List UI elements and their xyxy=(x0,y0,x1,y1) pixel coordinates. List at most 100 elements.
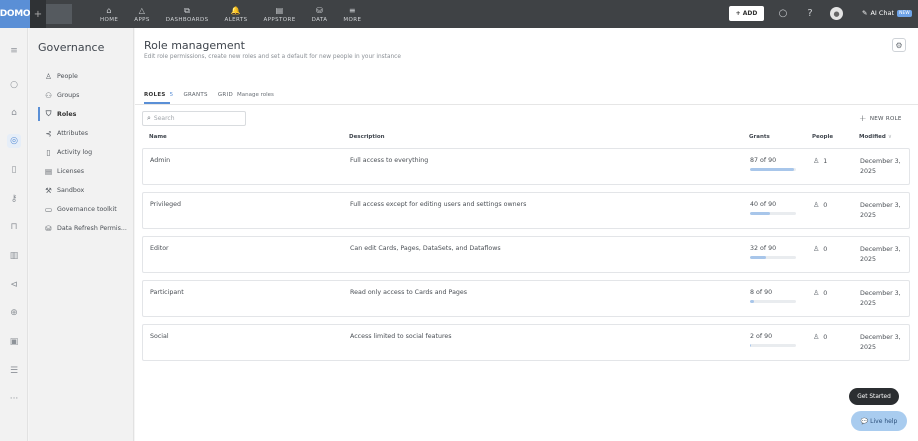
ai-chat-label: AI Chat xyxy=(870,9,895,17)
tab-roles-label: ROLES xyxy=(144,92,166,98)
people-count[interactable]: ♙ 0 xyxy=(813,201,827,209)
column-header-name[interactable]: Name xyxy=(149,134,167,140)
nav-data[interactable]: ⛁ DATA xyxy=(304,0,336,28)
grants-progress-bar xyxy=(750,212,796,215)
table-row[interactable]: Privileged Full access except for editing… xyxy=(142,192,910,229)
tab-grid-label: GRID xyxy=(217,92,233,98)
grants-progress-fill xyxy=(750,344,751,347)
document-icon[interactable]: ▯ xyxy=(7,163,21,177)
sidebar-item-groups[interactable]: ⚇ Groups xyxy=(38,88,132,102)
sidebar-item-licenses[interactable]: ▤ Licenses xyxy=(38,164,132,178)
sliders-icon[interactable]: ☰ xyxy=(7,364,21,378)
grants-progress-fill xyxy=(750,212,771,215)
chat-icon: ✎ xyxy=(862,9,868,17)
global-search-box[interactable] xyxy=(46,4,72,24)
people-value: 0 xyxy=(823,201,828,209)
sidebar-item-data-refresh-permis[interactable]: ⛁ Data Refresh Permis... xyxy=(38,221,132,235)
search-icon[interactable]: ○ xyxy=(776,6,790,20)
more-icon: ≡ xyxy=(348,5,356,15)
home-icon[interactable]: ⌂ xyxy=(7,106,21,120)
nav-alerts[interactable]: 🔔 ALERTS xyxy=(217,0,256,28)
nav-home[interactable]: ⌂ HOME xyxy=(92,0,126,28)
manage-roles-link[interactable]: Manage roles xyxy=(237,92,274,98)
menu-icon[interactable]: ≡ xyxy=(7,44,21,58)
person-icon: ♙ xyxy=(813,245,820,253)
search-icon[interactable]: ○ xyxy=(7,78,21,92)
sidebar-item-activity-log[interactable]: ▯ Activity log xyxy=(38,145,132,159)
live-help-button[interactable]: 💬 Live help xyxy=(851,411,907,431)
building-icon[interactable]: ▥ xyxy=(7,249,21,263)
role-name[interactable]: Participant xyxy=(150,289,184,296)
people-count[interactable]: ♙ 0 xyxy=(813,245,827,253)
sidebar-item-roles[interactable]: ⛉ Roles xyxy=(38,107,132,121)
nav-appstore[interactable]: ▤ APPSTORE xyxy=(256,0,304,28)
column-header-modified[interactable]: Modified ∨ xyxy=(859,134,892,140)
sidebar-item-attributes[interactable]: ⊰ Attributes xyxy=(38,126,132,140)
licenses-icon: ▤ xyxy=(44,166,53,176)
nav-apps[interactable]: △ APPS xyxy=(126,0,158,28)
help-icon[interactable]: ? xyxy=(803,6,817,20)
people-value: 0 xyxy=(823,245,828,253)
nav-dashboards[interactable]: ⧉ DASHBOARDS xyxy=(158,0,217,28)
globe-icon[interactable]: ⊕ xyxy=(7,306,21,320)
ai-chat-button[interactable]: ✎ AI Chat NEW xyxy=(862,6,912,20)
governance-icon[interactable]: ◎ xyxy=(7,134,21,148)
search-placeholder: Search xyxy=(153,115,175,122)
column-header-modified-label: Modified xyxy=(859,134,886,140)
role-name[interactable]: Admin xyxy=(150,157,170,164)
sort-chevron-icon: ∨ xyxy=(887,134,892,140)
column-header-people[interactable]: People xyxy=(812,134,833,140)
person-icon: ♙ xyxy=(45,71,52,81)
nav-label: APPS xyxy=(134,16,150,23)
sidebar-item-sandbox[interactable]: ⚒ Sandbox xyxy=(38,183,132,197)
grants-progress-fill xyxy=(750,256,767,259)
column-header-description[interactable]: Description xyxy=(349,134,385,140)
column-header-grants[interactable]: Grants xyxy=(749,134,770,140)
nav-more[interactable]: ≡ MORE xyxy=(335,0,369,28)
column-header-name-label: Name xyxy=(149,134,167,140)
people-count[interactable]: ♙ 1 xyxy=(813,157,827,165)
plus-icon[interactable]: + xyxy=(30,0,46,28)
tab-grants[interactable]: GRANTS xyxy=(183,92,207,98)
role-name[interactable]: Privileged xyxy=(150,201,181,208)
nav-label: MORE xyxy=(343,16,362,23)
person-icon: ♙ xyxy=(813,201,820,209)
role-name[interactable]: Social xyxy=(150,333,169,340)
gear-icon[interactable]: ⚙ xyxy=(892,38,906,52)
governance-sidebar: Governance ♙ People ⚇ Groups ⛉ Roles ⊰ Attribut… xyxy=(29,28,134,441)
get-started-button[interactable]: Get Started xyxy=(849,388,899,405)
avatar[interactable]: ● xyxy=(830,7,843,20)
tab-roles[interactable]: ROLES 5 xyxy=(144,92,173,98)
sidebar-item-governance-toolkit[interactable]: ▭ Governance toolkit xyxy=(38,202,132,216)
people-count[interactable]: ♙ 0 xyxy=(813,333,827,341)
nav-label: ALERTS xyxy=(224,16,248,23)
lock-icon[interactable]: ⊓ xyxy=(7,220,21,234)
grants-progress-fill xyxy=(750,300,755,303)
key-icon[interactable]: ⚷ xyxy=(7,192,21,206)
search-icon: ⌕ xyxy=(147,114,151,122)
divider xyxy=(135,104,918,105)
role-name[interactable]: Editor xyxy=(150,245,169,252)
column-header-people-label: People xyxy=(812,134,834,140)
table-row[interactable]: Social Access limited to social features 2… xyxy=(142,324,910,361)
people-value: 1 xyxy=(823,157,828,165)
tab-grid[interactable]: GRID Manage roles xyxy=(218,92,274,98)
modified-date: December 3, 2025 xyxy=(860,158,901,175)
table-row[interactable]: Admin Full access to everything 87 of 90 ♙ 1… xyxy=(142,148,910,185)
people-count[interactable]: ♙ 0 xyxy=(813,289,827,297)
new-role-button[interactable]: + NEW ROLE xyxy=(859,113,902,125)
add-button[interactable]: + ADD xyxy=(729,6,764,21)
megaphone-icon[interactable]: ⊲ xyxy=(7,278,21,292)
person-icon: ♙ xyxy=(813,289,820,297)
grants-progress-bar xyxy=(750,300,796,303)
sidebar-item-people[interactable]: ♙ People xyxy=(38,69,132,83)
search-input[interactable]: ⌕ Search xyxy=(142,111,246,126)
sidebar-item-label: Attributes xyxy=(57,129,89,137)
more-icon[interactable]: ··· xyxy=(7,392,21,406)
table-row[interactable]: Participant Read only access to Cards and… xyxy=(142,280,910,317)
grants-progress-fill xyxy=(750,168,795,171)
table-row[interactable]: Editor Can edit Cards, Pages, DataSets, a… xyxy=(142,236,910,273)
main-content: Role management Edit role permissions, c… xyxy=(135,28,918,441)
domo-logo[interactable]: DOMO xyxy=(0,0,31,28)
image-icon[interactable]: ▣ xyxy=(7,335,21,349)
